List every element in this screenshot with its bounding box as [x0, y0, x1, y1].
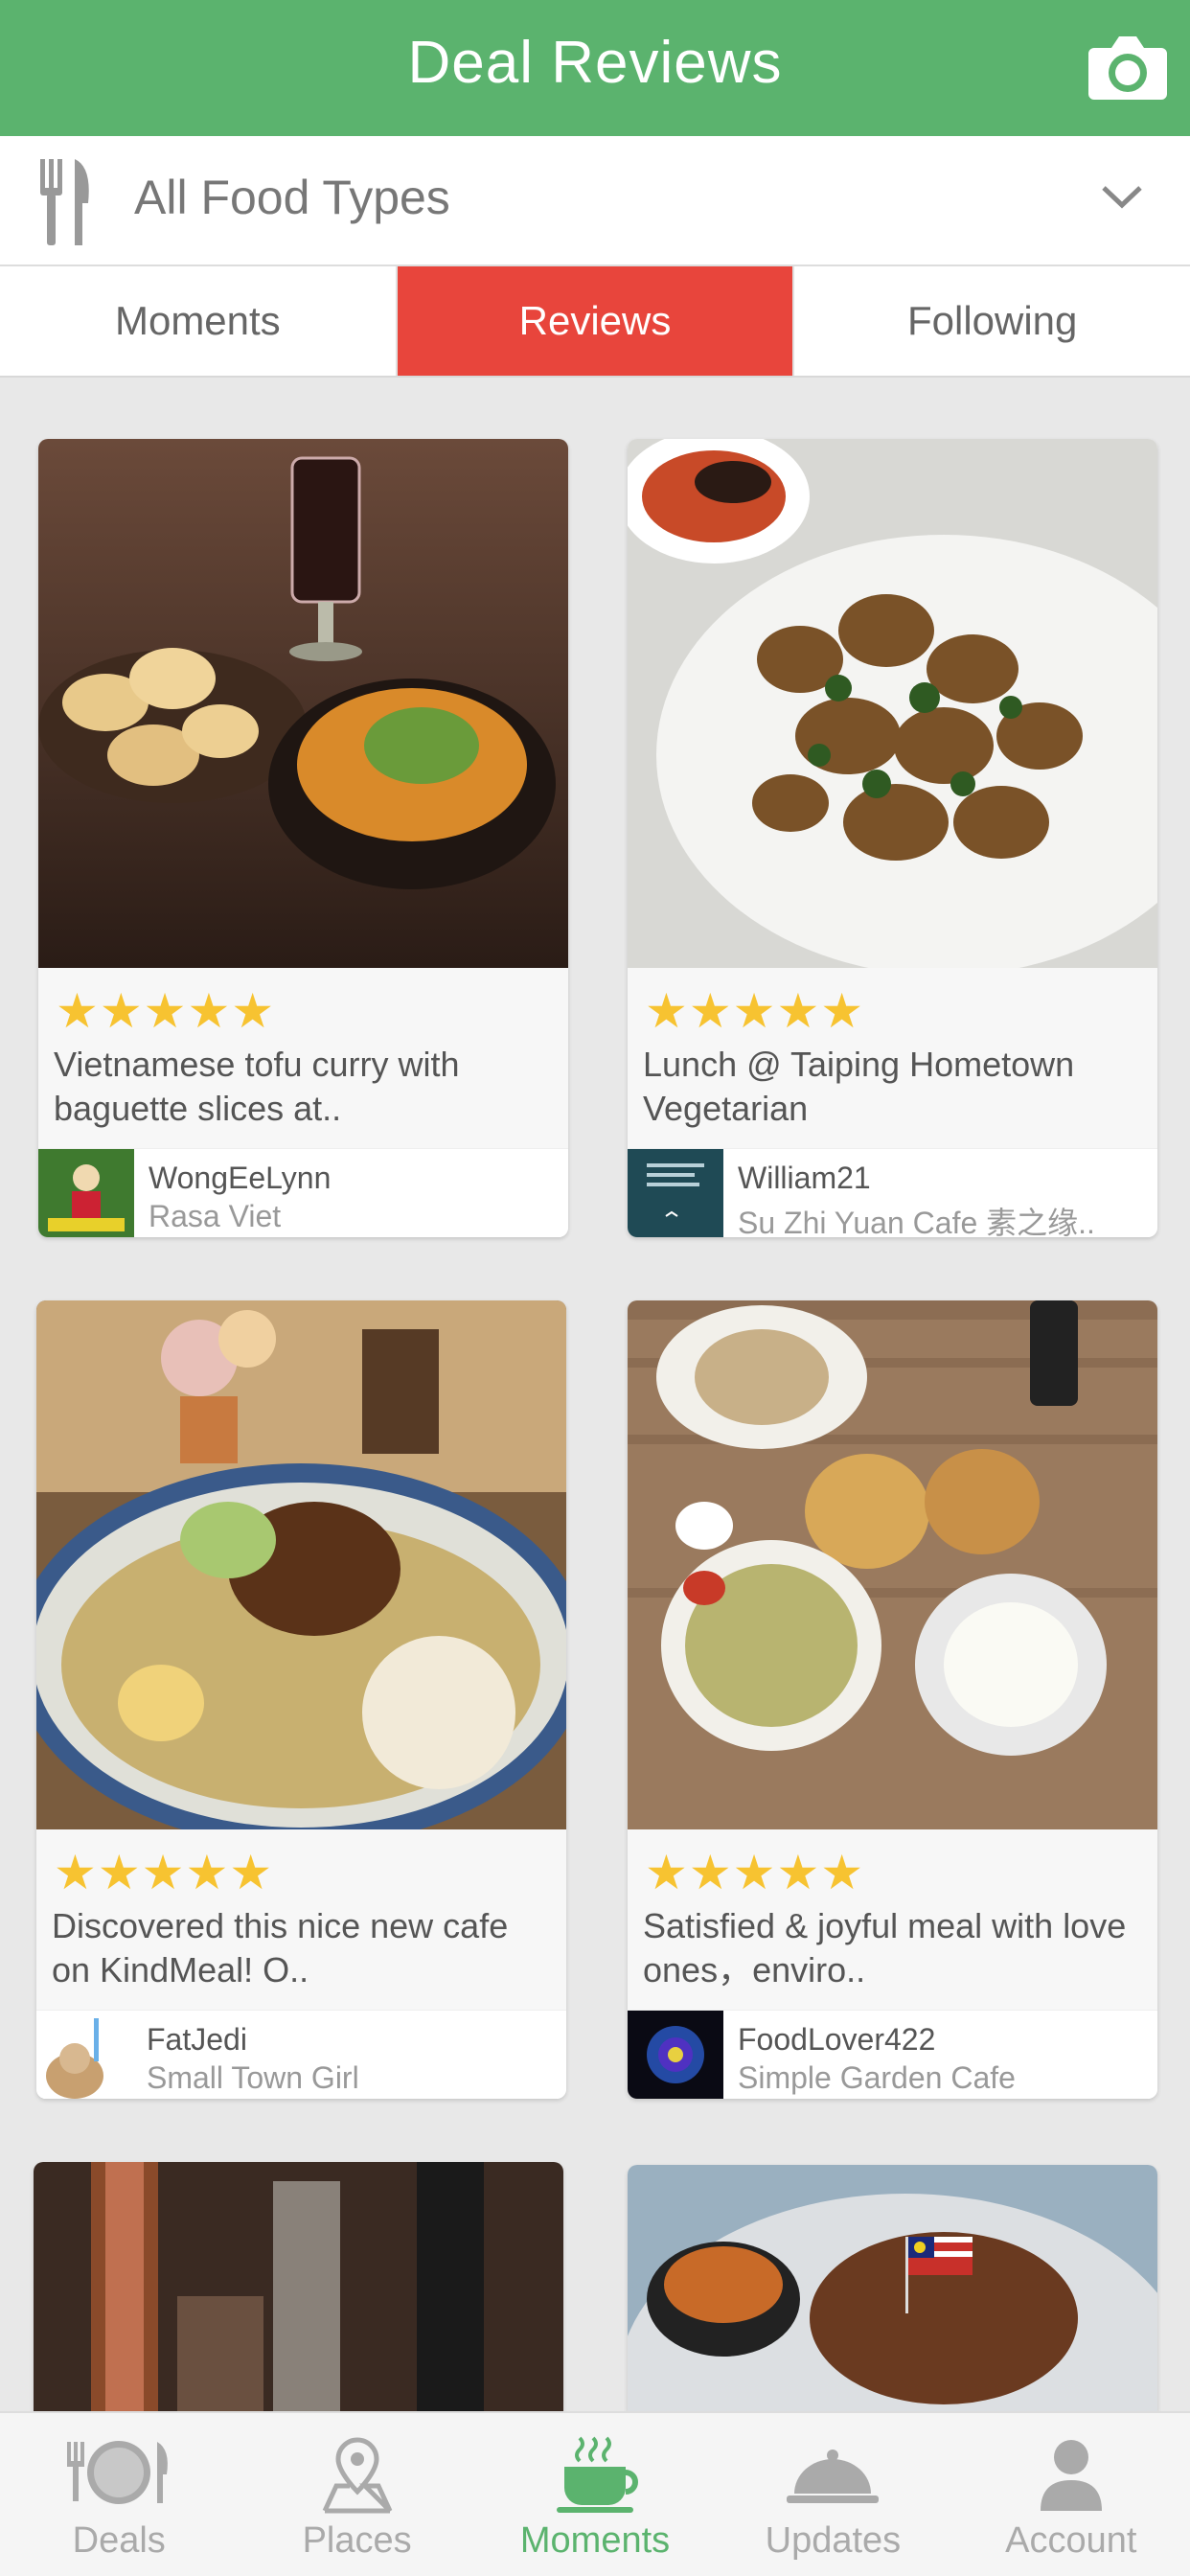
star-rating: ★★★★★: [645, 984, 865, 1038]
nav-updates[interactable]: Updates: [714, 2413, 951, 2576]
star-rating: ★★★★★: [56, 984, 276, 1038]
restaurant-name[interactable]: Su Zhi Yuan Cafe 素之缘..: [738, 1199, 1145, 1237]
nav-places[interactable]: Places: [238, 2413, 475, 2576]
nav-account[interactable]: Account: [952, 2413, 1190, 2576]
app-header: Deal Reviews: [0, 0, 1190, 136]
review-card[interactable]: 2 2 5 ★★★★★ Discovered this nice new caf…: [36, 1300, 566, 2099]
review-author[interactable]: William21 Su Zhi Yuan Cafe 素之缘..: [628, 1148, 1157, 1237]
username: William21: [738, 1161, 871, 1195]
nav-label: Deals: [72, 2520, 166, 2561]
review-card[interactable]: 2 2 2 ★★★★★ Vietnamese tofu curry with b…: [38, 439, 568, 1237]
nav-label: Places: [302, 2520, 412, 2561]
food-photo: [34, 2162, 563, 2411]
map-pin-icon: [322, 2437, 392, 2514]
food-photo: [36, 1300, 566, 1829]
review-caption: Satisfied & joyful meal with love ones，e…: [643, 1906, 1127, 1990]
review-card[interactable]: 3 1 5 ★★★★★ Lunch @ Taiping Hometown Veg…: [628, 439, 1157, 1237]
avatar: [36, 2011, 132, 2099]
review-caption: Lunch @ Taiping Hometown Vegetarian: [643, 1045, 1075, 1128]
restaurant-name[interactable]: Small Town Girl: [147, 2060, 554, 2096]
nav-deals[interactable]: Deals: [0, 2413, 238, 2576]
chevron-down-icon[interactable]: [1100, 182, 1144, 211]
nav-moments[interactable]: Moments: [476, 2413, 714, 2576]
username: FatJedi: [147, 2022, 247, 2057]
food-type-selector[interactable]: All Food Types: [0, 136, 1190, 266]
username: FoodLover422: [738, 2022, 936, 2057]
review-author[interactable]: FoodLover422 Simple Garden Cafe: [628, 2010, 1157, 2099]
food-photo: [628, 439, 1157, 968]
food-photo: [38, 439, 568, 968]
avatar: [38, 1149, 134, 1237]
camera-icon[interactable]: [1085, 29, 1171, 105]
cloche-icon: [787, 2450, 880, 2503]
tab-moments[interactable]: Moments: [0, 266, 398, 376]
fork-knife-icon: [40, 159, 89, 245]
food-photo: [628, 2165, 1157, 2411]
nav-label: Updates: [765, 2520, 902, 2561]
user-icon: [1040, 2440, 1102, 2511]
restaurant-name[interactable]: Simple Garden Cafe: [738, 2060, 1145, 2096]
avatar: [628, 1149, 723, 1237]
tab-bar: Moments Reviews Following: [0, 266, 1190, 378]
review-caption: Discovered this nice new cafe on KindMea…: [52, 1906, 509, 1990]
nav-label: Account: [1005, 2520, 1137, 2561]
food-type-label: All Food Types: [134, 171, 450, 224]
restaurant-name[interactable]: Rasa Viet: [149, 1199, 556, 1234]
review-caption: Vietnamese tofu curry with baguette slic…: [54, 1045, 460, 1128]
tab-reviews[interactable]: Reviews: [397, 266, 795, 376]
review-author[interactable]: FatJedi Small Town Girl: [36, 2010, 566, 2099]
tab-following[interactable]: Following: [794, 266, 1190, 376]
food-photo: [628, 1300, 1157, 1829]
coffee-cup-icon: [557, 2436, 638, 2513]
page-title: Deal Reviews: [407, 30, 783, 96]
star-rating: ★★★★★: [645, 1846, 865, 1899]
nav-label: Moments: [519, 2520, 671, 2561]
avatar: [628, 2011, 723, 2099]
review-author[interactable]: WongEeLynn Rasa Viet: [38, 1148, 568, 1237]
plate-icon: [67, 2441, 169, 2504]
star-rating: ★★★★★: [54, 1846, 274, 1899]
review-card[interactable]: [628, 2165, 1157, 2411]
review-card[interactable]: 2 2 3 ★★★★★ Satisfied & joyful meal with…: [628, 1300, 1157, 2099]
review-card[interactable]: [34, 2162, 563, 2411]
bottom-navigation: Deals Places Moments Updates Account: [0, 2411, 1190, 2576]
username: WongEeLynn: [149, 1161, 332, 1195]
